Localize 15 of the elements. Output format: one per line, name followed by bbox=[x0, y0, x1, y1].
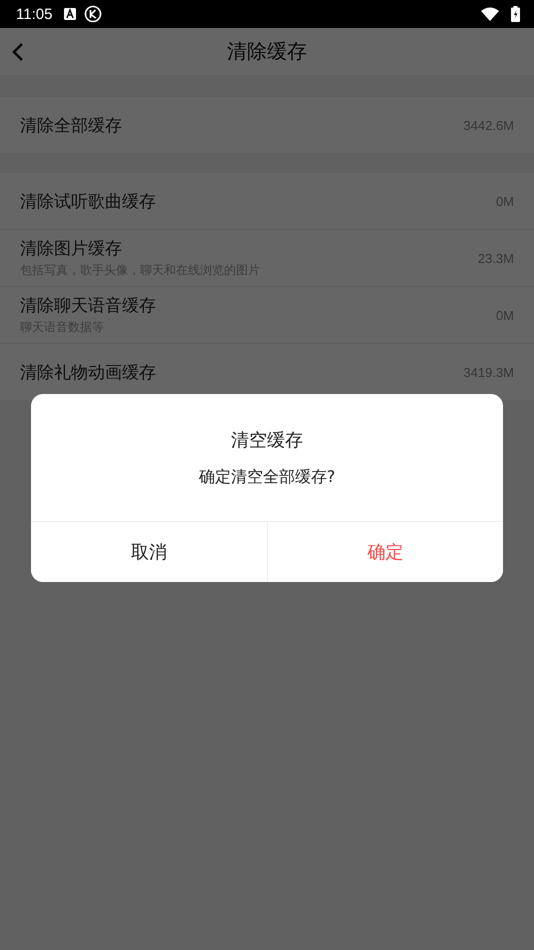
row-label: 清除聊天语音缓存 bbox=[20, 295, 157, 317]
dialog-title: 清空缓存 bbox=[231, 429, 303, 452]
row-label: 清除全部缓存 bbox=[20, 114, 123, 136]
row-label: 清除礼物动画缓存 bbox=[20, 362, 157, 384]
circle-icon bbox=[84, 5, 102, 23]
row-label: 清除试听歌曲缓存 bbox=[20, 190, 157, 212]
page-title: 清除缓存 bbox=[227, 38, 307, 65]
dialog-message: 确定清空全部缓存? bbox=[198, 467, 336, 488]
cancel-button[interactable]: 取消 bbox=[31, 522, 268, 582]
notification-icon bbox=[64, 8, 76, 20]
status-time: 11:05 bbox=[16, 6, 52, 22]
wifi-icon bbox=[481, 7, 499, 21]
battery-icon bbox=[511, 6, 520, 22]
back-icon[interactable] bbox=[12, 42, 24, 62]
row-label: 清除图片缓存 bbox=[20, 238, 123, 260]
